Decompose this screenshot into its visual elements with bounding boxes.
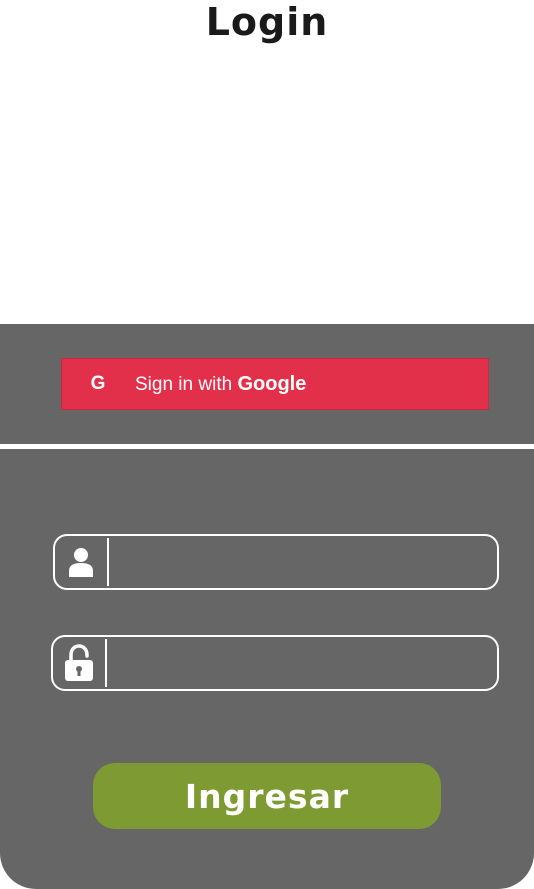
password-input[interactable] bbox=[107, 637, 497, 689]
google-signin-panel: G Sign in with Google bbox=[0, 324, 534, 444]
password-field bbox=[51, 635, 499, 691]
google-signin-label-text: Sign in with bbox=[135, 373, 238, 395]
login-form-panel: Ingresar bbox=[0, 449, 534, 889]
lock-icon bbox=[53, 639, 107, 687]
user-icon bbox=[55, 538, 109, 586]
username-field bbox=[53, 534, 499, 590]
username-input[interactable] bbox=[109, 536, 497, 588]
page-title: Login bbox=[205, 0, 329, 44]
google-icon: G bbox=[90, 373, 106, 394]
google-signin-button[interactable]: G Sign in with Google bbox=[61, 358, 489, 410]
google-signin-label: Sign in with Google bbox=[135, 373, 306, 396]
login-page: Login G Sign in with Google Ingresar bbox=[0, 0, 534, 889]
google-brand-text: Google bbox=[237, 372, 307, 395]
ingresar-button[interactable]: Ingresar bbox=[93, 763, 441, 829]
